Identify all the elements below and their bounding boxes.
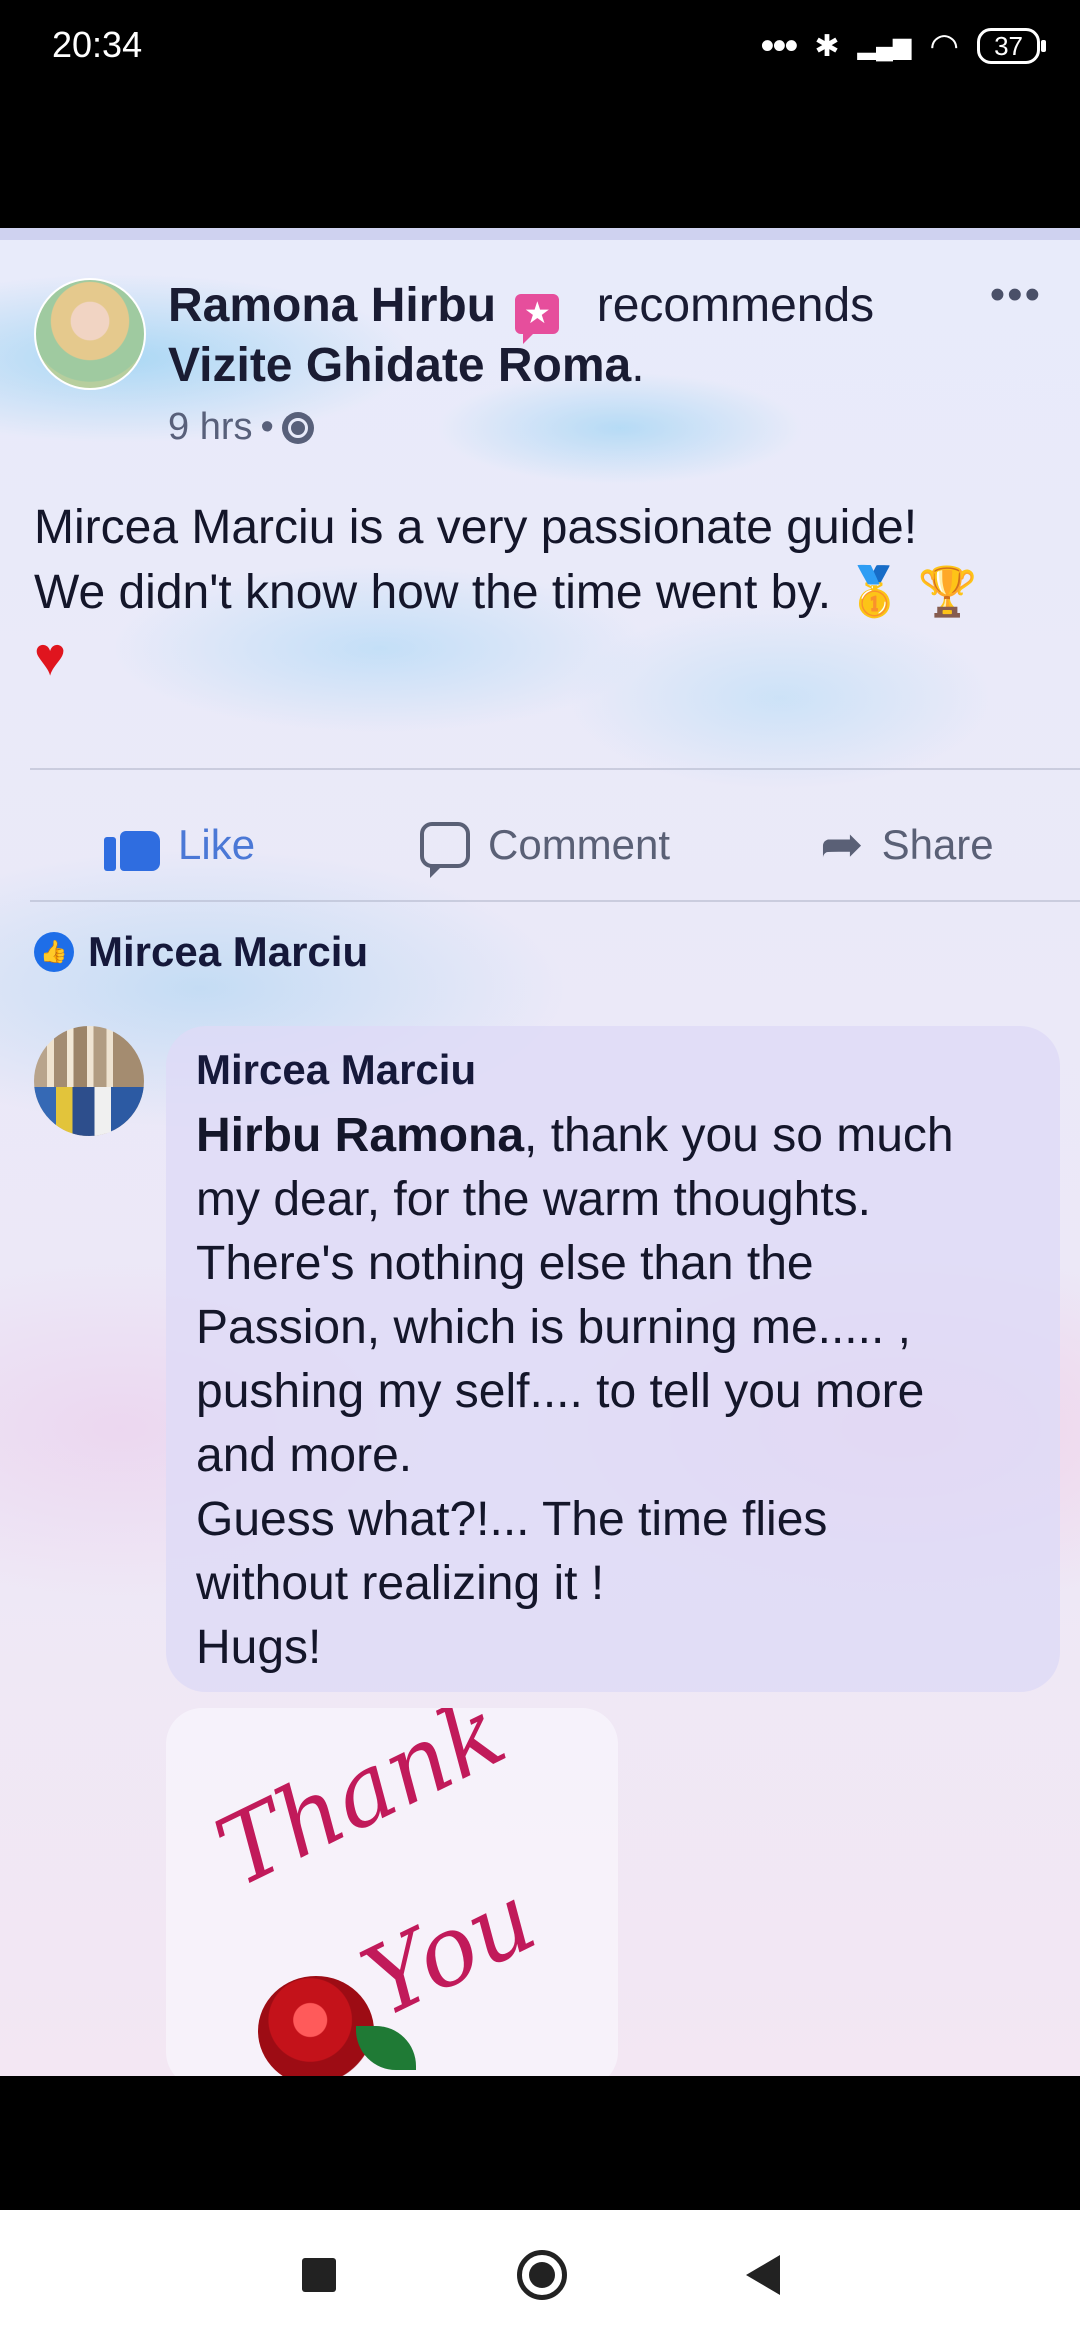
comment-line9: Hugs! [196,1621,322,1674]
notification-dots-icon: ••• [760,24,798,68]
facebook-post-view: Ramona Hirbu ★ recommends Vizite Ghidate… [0,228,1080,2076]
share-label: Share [881,821,994,868]
post-time[interactable]: 9 hrs [168,406,252,449]
trophy-emoji: 🏆 [917,564,978,620]
reactions-row[interactable]: 👍 Mircea Marciu [34,928,368,976]
top-accent-bar [0,228,1080,240]
comment-line8: without realizing it ! [196,1557,605,1610]
post-text-line2-row: We didn't know how the time went by. 🥇 🏆 [34,560,1044,625]
comment-line6: and more. [196,1429,413,1482]
comment-line1: Hirbu Ramona, thank you so much [196,1104,1036,1168]
medal-emoji: 🥇 [844,564,905,620]
comment-line2: my dear, for the warm thoughts. [196,1173,871,1226]
comment-body: Hirbu Ramona, thank you so much my dear,… [196,1104,1036,1680]
comment-icon [420,822,470,878]
comment-button[interactable]: Comment [420,790,670,900]
comment-line7: Guess what?!... The time flies [196,1493,828,1546]
sticker-word-you: You [346,1861,553,2039]
status-icons: ••• ✱ ▂▄▆ ◠ 37 [760,24,1046,68]
comment-line4: Passion, which is burning me..... , [196,1301,911,1354]
comment-line1-rest: , thank you so much [524,1109,954,1162]
recommended-page: Vizite Ghidate Roma. [168,338,645,393]
bluetooth-icon: ✱ [814,29,840,63]
comment-line3: There's nothing else than the [196,1237,814,1290]
post-text: Mircea Marciu is a very passionate guide… [34,496,1044,689]
author-avatar[interactable] [34,278,146,390]
recommends-text: recommends [596,279,875,332]
share-button[interactable]: ➦ Share [820,790,994,900]
post-actions: Like Comment ➦ Share [0,790,1080,900]
more-options-icon[interactable]: ••• [990,270,1042,320]
meta-separator: • [260,406,274,448]
author-name[interactable]: Ramona Hirbu [168,279,496,332]
signal-icon: ▂▄▆ [857,32,912,60]
commenter-avatar[interactable] [34,1026,144,1136]
like-label: Like [178,821,256,868]
comment-mention[interactable]: Hirbu Ramona [196,1109,524,1162]
like-button[interactable]: Like [104,790,255,900]
divider-bottom [30,900,1080,902]
globe-icon [281,411,314,444]
thumbs-up-icon [104,819,160,871]
wifi-icon: ◠ [929,27,960,65]
post-text-line1: Mircea Marciu is a very passionate guide… [34,501,918,554]
comment-line5: pushing my self.... to tell you more [196,1365,925,1418]
status-bar: 20:34 ••• ✱ ▂▄▆ ◠ 37 [0,0,1080,228]
share-icon: ➦ [820,816,864,874]
like-badge-icon: 👍 [34,932,74,972]
home-button[interactable] [517,2250,567,2300]
heart-emoji: ♥ [34,627,67,687]
comment-author[interactable]: Mircea Marciu [196,1046,476,1094]
post-header: Ramona Hirbu ★ recommends [168,278,875,344]
post-text-line2: We didn't know how the time went by. [34,566,832,619]
thank-you-sticker[interactable]: Thank You [166,1708,618,2076]
post-meta: 9 hrs • [168,406,314,449]
battery-icon: 37 [977,28,1046,64]
comment-label: Comment [488,821,671,868]
liker-name: Mircea Marciu [88,928,369,975]
back-button[interactable] [746,2255,780,2295]
status-time: 20:34 [52,24,143,65]
divider-top [30,768,1080,770]
bottom-black-area [0,2076,1080,2210]
comment-bubble[interactable]: Mircea Marciu Hirbu Ramona, thank you so… [166,1026,1060,1692]
system-nav-bar [0,2210,1080,2340]
page-name[interactable]: Vizite Ghidate Roma [168,339,631,392]
recommendation-star-icon: ★ [515,294,560,344]
page-suffix: . [631,339,645,392]
recents-button[interactable] [302,2258,336,2292]
